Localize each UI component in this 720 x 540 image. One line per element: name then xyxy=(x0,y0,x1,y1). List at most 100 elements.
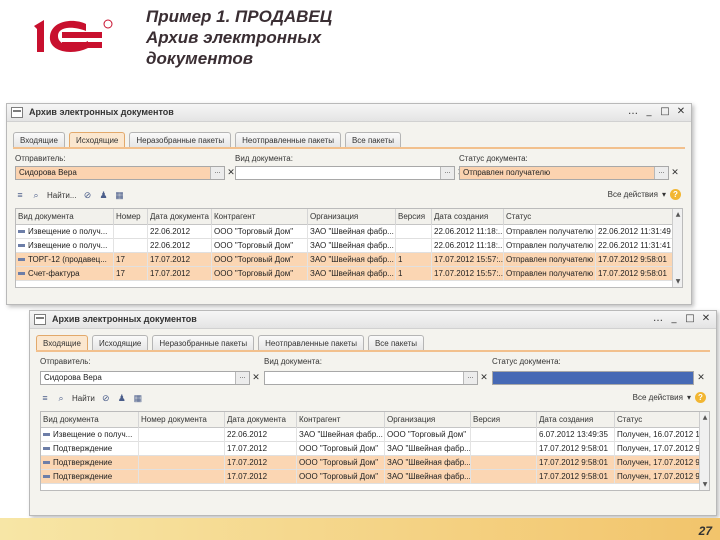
table-row[interactable]: Подтверждение 17.07.2012 ООО "Торговый Д… xyxy=(41,456,709,470)
calendar-icon[interactable]: ▦ xyxy=(133,393,143,403)
cell-created: 17.07.2012 9:58:01 xyxy=(537,456,615,470)
column-header[interactable]: Дата создания xyxy=(537,412,615,428)
column-header[interactable]: Номер документа xyxy=(139,412,225,428)
find-button[interactable]: Найти xyxy=(72,394,95,403)
tab-unparsed-packages[interactable]: Неразобранные пакеты xyxy=(129,132,232,147)
doc-type-field[interactable]: ... xyxy=(235,166,455,180)
all-actions-menu[interactable]: Все действия xyxy=(608,190,658,199)
minimize-icon[interactable]: _ xyxy=(668,313,680,324)
column-header[interactable]: Контрагент xyxy=(212,209,308,225)
cell-doc-type: Подтверждение xyxy=(53,472,113,481)
maximize-icon[interactable]: □ xyxy=(659,106,671,117)
cell-date: 17.07.2012 xyxy=(148,267,212,281)
cell-doc-type: Извещение о получ... xyxy=(28,241,108,250)
cell-organization: ЗАО "Швейная фабр... xyxy=(308,267,396,281)
clear-icon[interactable]: ✕ xyxy=(670,167,680,179)
scroll-down-icon[interactable]: ▼ xyxy=(700,481,709,488)
cell-version xyxy=(396,225,432,239)
column-header[interactable]: Дата создания xyxy=(432,209,504,225)
tab-incoming[interactable]: Входящие xyxy=(36,335,88,350)
dots-icon[interactable]: … xyxy=(627,106,639,117)
search-icon[interactable]: ⌕ xyxy=(56,393,66,403)
documents-table: Вид документа Номер документа Дата докум… xyxy=(40,411,710,491)
table-row[interactable]: Подтверждение 17.07.2012 ООО "Торговый Д… xyxy=(41,470,709,484)
scroll-down-icon[interactable]: ▼ xyxy=(673,278,682,285)
status-field[interactable]: Отправлен получателю ... xyxy=(459,166,669,180)
status-field[interactable] xyxy=(492,371,694,385)
column-header[interactable]: Вид документа xyxy=(16,209,114,225)
table-row[interactable]: Подтверждение 17.07.2012 ООО "Торговый Д… xyxy=(41,442,709,456)
table-row[interactable]: Счет-фактура 17 17.07.2012 ООО "Торговый… xyxy=(16,267,682,281)
column-header[interactable]: Организация xyxy=(308,209,396,225)
all-actions-menu[interactable]: Все действия xyxy=(633,393,683,402)
select-button[interactable]: ... xyxy=(210,167,224,179)
clear-icon[interactable]: ✕ xyxy=(251,372,261,384)
table-row[interactable]: Извещение о получ... 22.06.2012 ООО "Тор… xyxy=(16,239,682,253)
scroll-up-icon[interactable]: ▲ xyxy=(700,414,709,421)
scroll-up-icon[interactable]: ▲ xyxy=(673,211,682,218)
maximize-icon[interactable]: □ xyxy=(684,313,696,324)
tab-unparsed-packages[interactable]: Неразобранные пакеты xyxy=(152,335,255,350)
close-icon[interactable]: ✕ xyxy=(700,313,712,324)
cell-status: Отправлен получателю xyxy=(504,253,596,267)
window-titlebar: Архив электронных документов … _ □ ✕ xyxy=(30,311,716,329)
tab-unsent-packages[interactable]: Неотправленные пакеты xyxy=(258,335,364,350)
column-header[interactable]: Статус xyxy=(504,209,674,225)
close-icon[interactable]: ✕ xyxy=(675,106,687,117)
chevron-down-icon[interactable]: ▾ xyxy=(662,190,666,199)
tab-outgoing[interactable]: Исходящие xyxy=(91,335,149,350)
column-header[interactable]: Вид документа xyxy=(41,412,139,428)
1c-logo xyxy=(34,19,113,52)
counterparty-value: Сидорова Вера xyxy=(44,373,102,382)
counterparty-field[interactable]: Сидорова Вера ... xyxy=(15,166,225,180)
table-row[interactable]: Извещение о получ... 22.06.2012 ЗАО "Шве… xyxy=(41,428,709,442)
clear-icon[interactable]: ✕ xyxy=(696,372,706,384)
cell-number xyxy=(114,225,148,239)
select-button[interactable]: ... xyxy=(654,167,668,179)
column-header[interactable]: Дата документа xyxy=(148,209,212,225)
cell-organization: ЗАО "Швейная фабр... xyxy=(308,239,396,253)
table-row[interactable]: ТОРГ-12 (продавец... 17 17.07.2012 ООО "… xyxy=(16,253,682,267)
document-icon xyxy=(43,447,50,451)
vertical-scrollbar[interactable]: ▲ ▼ xyxy=(672,209,682,287)
tab-incoming[interactable]: Входящие xyxy=(13,132,65,147)
select-button[interactable]: ... xyxy=(440,167,454,179)
help-icon[interactable]: ? xyxy=(695,392,706,403)
tab-all-packages[interactable]: Все пакеты xyxy=(367,335,424,350)
calendar-icon[interactable]: ▦ xyxy=(115,190,125,200)
select-button[interactable]: ... xyxy=(235,372,249,384)
counterparty-field[interactable]: Сидорова Вера ... xyxy=(40,371,250,385)
user-icon[interactable]: ♟ xyxy=(99,190,109,200)
user-icon[interactable]: ♟ xyxy=(117,393,127,403)
tab-all-packages[interactable]: Все пакеты xyxy=(344,132,401,147)
select-button[interactable]: ... xyxy=(463,372,477,384)
document-icon xyxy=(18,244,25,248)
column-header[interactable]: Версия xyxy=(396,209,432,225)
table-row[interactable]: Извещение о получ... 22.06.2012 ООО "Тор… xyxy=(16,225,682,239)
cell-doc-type: Извещение о получ... xyxy=(53,430,133,439)
column-header[interactable]: Дата документа xyxy=(225,412,297,428)
list-icon[interactable]: ≡ xyxy=(15,190,25,200)
column-header[interactable]: Версия xyxy=(471,412,537,428)
dots-icon[interactable]: … xyxy=(652,313,664,324)
column-header[interactable]: Статус xyxy=(615,412,701,428)
column-header[interactable]: Контрагент xyxy=(297,412,385,428)
chevron-down-icon[interactable]: ▾ xyxy=(687,393,691,402)
column-header[interactable]: Номер xyxy=(114,209,148,225)
find-button[interactable]: Найти... xyxy=(47,191,77,200)
tab-unsent-packages[interactable]: Неотправленные пакеты xyxy=(235,132,341,147)
cell-date: 17.07.2012 xyxy=(148,253,212,267)
column-header[interactable]: Организация xyxy=(385,412,471,428)
status-label: Статус документа: xyxy=(459,154,528,163)
search-icon[interactable]: ⌕ xyxy=(31,190,41,200)
tab-outgoing[interactable]: Исходящие xyxy=(68,132,126,147)
search-clear-icon[interactable]: ⊘ xyxy=(101,393,111,403)
doc-type-field[interactable]: ... xyxy=(264,371,478,385)
list-icon[interactable]: ≡ xyxy=(40,393,50,403)
help-icon[interactable]: ? xyxy=(670,189,681,200)
cell-version: 1 xyxy=(396,253,432,267)
minimize-icon[interactable]: _ xyxy=(643,106,655,117)
clear-icon[interactable]: ✕ xyxy=(479,372,489,384)
vertical-scrollbar[interactable]: ▲ ▼ xyxy=(699,412,709,490)
search-clear-icon[interactable]: ⊘ xyxy=(83,190,93,200)
